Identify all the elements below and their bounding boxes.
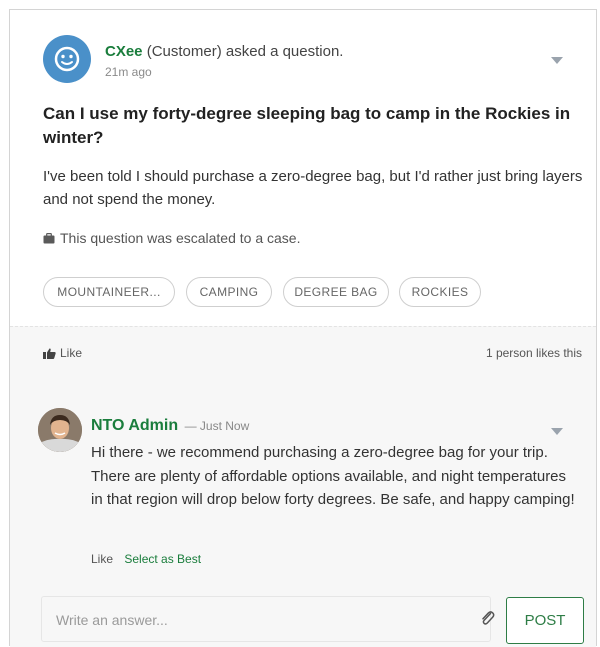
answer-input[interactable]: [56, 609, 456, 631]
question-card: CXee (Customer) asked a question. 21m ag…: [10, 10, 596, 326]
answer-body: Hi there - we recommend purchasing a zer…: [91, 444, 575, 508]
answer-composer: [41, 596, 495, 642]
post-button[interactable]: POST: [506, 597, 584, 644]
answer-menu-caret-down-icon[interactable]: [551, 428, 563, 435]
question-feed-item: CXee (Customer) asked a question. 21m ag…: [9, 9, 597, 647]
tag-degree-bag[interactable]: DEGREE BAG: [283, 277, 389, 307]
question-menu-caret-down-icon[interactable]: [551, 57, 563, 64]
admin-avatar[interactable]: [38, 408, 82, 452]
tag-rockies[interactable]: ROCKIES: [399, 277, 481, 307]
tag-mountaineer[interactable]: MOUNTAINEER...: [43, 277, 175, 307]
tag-camping[interactable]: CAMPING: [186, 277, 272, 307]
admin-photo: [38, 408, 82, 452]
select-as-best-link[interactable]: Select as Best: [124, 552, 201, 566]
like-bar: Like 1 person likes this: [10, 326, 596, 376]
answer-author-line: NTO Admin — Just Now: [91, 417, 249, 435]
question-body: I've been told I should purchase a zero-…: [43, 168, 583, 208]
question-author-role: (Customer): [146, 43, 222, 60]
question-action-text: asked a question.: [225, 43, 344, 60]
customer-avatar[interactable]: [43, 35, 91, 83]
like-label: Like: [60, 346, 83, 360]
question-author-name[interactable]: CXee: [105, 43, 143, 60]
briefcase-icon: [43, 231, 55, 247]
answer-actions: Like Select as Best: [91, 552, 201, 566]
like-button[interactable]: Like: [43, 346, 82, 362]
answers-section: NTO Admin — Just Now Hi there - we recom…: [10, 376, 596, 647]
smiley-avatar-icon: [54, 46, 80, 72]
answer-timestamp: — Just Now: [184, 419, 250, 433]
like-count[interactable]: 1 person likes this: [486, 346, 582, 360]
escalation-notice: This question was escalated to a case.: [43, 230, 300, 247]
answer-author-name[interactable]: NTO Admin: [91, 417, 178, 434]
answer-like-link[interactable]: Like: [91, 552, 113, 566]
question-timestamp: 21m ago: [105, 65, 152, 79]
question-title: Can I use my forty-degree sleeping bag t…: [43, 104, 571, 147]
question-author-line: CXee (Customer) asked a question.: [105, 43, 343, 60]
paperclip-icon[interactable]: [480, 610, 496, 633]
thumbs-up-icon: [43, 348, 56, 362]
escalation-text: This question was escalated to a case.: [60, 230, 301, 246]
